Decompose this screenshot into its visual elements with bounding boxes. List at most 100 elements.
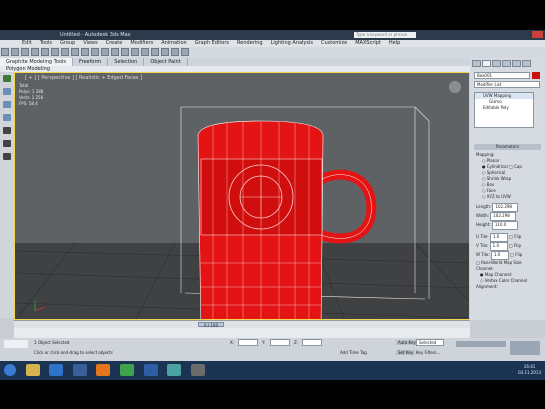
v-tile-input[interactable]: 1.0: [489, 242, 508, 251]
motion-tab-icon[interactable]: [502, 60, 511, 67]
object-color-swatch[interactable]: [532, 72, 540, 79]
playback-controls[interactable]: [456, 341, 506, 347]
unlink-icon[interactable]: [31, 48, 39, 56]
mapping-option: Spherical: [486, 170, 506, 175]
3dsmax-icon[interactable]: [167, 364, 182, 376]
explorer-icon[interactable]: [25, 364, 40, 376]
status-bar: 1 Object Selected Click or click-and-dra…: [0, 338, 545, 361]
menu-graph-editors[interactable]: Graph Editors: [195, 40, 229, 47]
render-icon[interactable]: [181, 48, 189, 56]
flip-label: Flip: [514, 234, 522, 239]
media-icon[interactable]: [72, 364, 87, 376]
menu-help[interactable]: Help: [389, 40, 400, 47]
ribbon-tab-selection[interactable]: Selection: [108, 58, 145, 66]
scale-icon[interactable]: [91, 48, 99, 56]
height-input[interactable]: 110.0: [491, 221, 518, 230]
stop-icon[interactable]: [3, 140, 11, 147]
height-label: Height:: [476, 222, 491, 227]
z-input[interactable]: [302, 339, 322, 346]
sphere-icon[interactable]: [3, 88, 11, 95]
material-editor-icon[interactable]: [161, 48, 169, 56]
box-icon[interactable]: [3, 101, 11, 108]
ribbon-tab-graphite[interactable]: Graphite Modeling Tools: [0, 58, 74, 66]
length-input[interactable]: 102.298: [492, 203, 519, 212]
viewcube-icon[interactable]: [449, 81, 461, 93]
mapping-option: XYZ to UVW: [486, 194, 511, 199]
key-mode-dropdown[interactable]: Selected: [416, 339, 444, 346]
browser-icon[interactable]: [96, 364, 111, 376]
media-player-icon[interactable]: [49, 364, 64, 376]
render-setup-icon[interactable]: [171, 48, 179, 56]
snap-icon[interactable]: [101, 48, 109, 56]
menu-views[interactable]: Views: [83, 40, 97, 47]
maxscript-listener[interactable]: [4, 340, 28, 348]
hierarchy-tab-icon[interactable]: [492, 60, 501, 67]
menu-edit[interactable]: Edit: [22, 40, 32, 47]
y-input[interactable]: [270, 339, 290, 346]
menu-group[interactable]: Group: [60, 40, 75, 47]
move-icon[interactable]: [71, 48, 79, 56]
time-slider[interactable]: 0 / 100: [14, 320, 470, 328]
next-frame-icon[interactable]: [3, 153, 11, 160]
menu-rendering[interactable]: Rendering: [237, 40, 263, 47]
display-tab-icon[interactable]: [512, 60, 521, 67]
flip-label: Flip: [513, 243, 522, 248]
redo-icon[interactable]: [11, 48, 19, 56]
menu-maxscript[interactable]: MAXScript: [355, 40, 381, 47]
stack-item[interactable]: Editable Poly: [475, 105, 533, 111]
menu-lighting[interactable]: Lighting Analysis: [271, 40, 313, 47]
w-tile-label: W Tile:: [476, 252, 490, 257]
command-panel: Box001 Modifier List UVW Mapping Gizmo E…: [470, 58, 545, 320]
create-tab-icon[interactable]: [472, 60, 481, 67]
ribbon-tab-freeform[interactable]: Freeform: [73, 58, 109, 66]
system-clock[interactable]: 16:41 03.11.2013: [518, 364, 541, 376]
mirror-icon[interactable]: [121, 48, 129, 56]
rotate-icon[interactable]: [81, 48, 89, 56]
menu-modifiers[interactable]: Modifiers: [130, 40, 153, 47]
cone-icon[interactable]: [3, 114, 11, 121]
set-key-button[interactable]: Set Key: [396, 350, 416, 355]
select-region-icon[interactable]: [61, 48, 69, 56]
photoshop-icon[interactable]: [143, 364, 158, 376]
auto-key-button[interactable]: Auto Key: [396, 340, 418, 345]
w-tile-input[interactable]: 1.0: [490, 251, 509, 260]
viewport-navigation-controls[interactable]: [510, 341, 540, 355]
app-icon[interactable]: [190, 364, 205, 376]
parameters-rollout[interactable]: Parameters: [474, 144, 541, 150]
curve-editor-icon[interactable]: [151, 48, 159, 56]
teapot-icon[interactable]: [3, 75, 11, 82]
chrome-icon[interactable]: [119, 364, 134, 376]
track-bar[interactable]: [14, 328, 470, 338]
select-icon[interactable]: [51, 48, 59, 56]
menu-create[interactable]: Create: [106, 40, 123, 47]
modify-tab-icon[interactable]: [482, 60, 491, 67]
viewport-label[interactable]: [ + ] [ Perspective ] [ Realistic + Edge…: [25, 75, 142, 81]
link-icon[interactable]: [21, 48, 29, 56]
angle-snap-icon[interactable]: [111, 48, 119, 56]
start-button-icon[interactable]: [4, 364, 16, 376]
layer-icon[interactable]: [141, 48, 149, 56]
menu-animation[interactable]: Animation: [161, 40, 187, 47]
width-input[interactable]: 102.298: [490, 212, 517, 221]
align-icon[interactable]: [131, 48, 139, 56]
close-icon[interactable]: [532, 31, 543, 38]
menu-customize[interactable]: Customize: [321, 40, 347, 47]
x-input[interactable]: [238, 339, 258, 346]
utilities-tab-icon[interactable]: [522, 60, 531, 67]
time-slider-thumb[interactable]: 0 / 100: [198, 322, 224, 328]
ribbon-tab-object-paint[interactable]: Object Paint: [144, 58, 188, 66]
modifier-list-dropdown[interactable]: Modifier List: [474, 81, 540, 88]
search-field[interactable]: Type a keyword or phrase: [354, 32, 416, 38]
object-name-field[interactable]: Box001: [474, 72, 530, 79]
undo-icon[interactable]: [1, 48, 9, 56]
menu-bar: Edit Tools Group Views Create Modifiers Animat…: [0, 40, 545, 47]
play-icon[interactable]: [3, 127, 11, 134]
key-filters-button[interactable]: Key Filters...: [416, 350, 440, 355]
perspective-viewport[interactable]: [ + ] [ Perspective ] [ Realistic + Edge…: [14, 72, 470, 320]
bind-icon[interactable]: [41, 48, 49, 56]
add-time-tag[interactable]: Add Time Tag: [340, 350, 367, 355]
real-world-label: Real-World Map Size: [481, 260, 522, 265]
u-tile-input[interactable]: 1.0: [489, 233, 508, 242]
menu-tools[interactable]: Tools: [40, 40, 52, 47]
application-window: Untitled - Autodesk 3ds Max Type a keywo…: [0, 30, 545, 361]
